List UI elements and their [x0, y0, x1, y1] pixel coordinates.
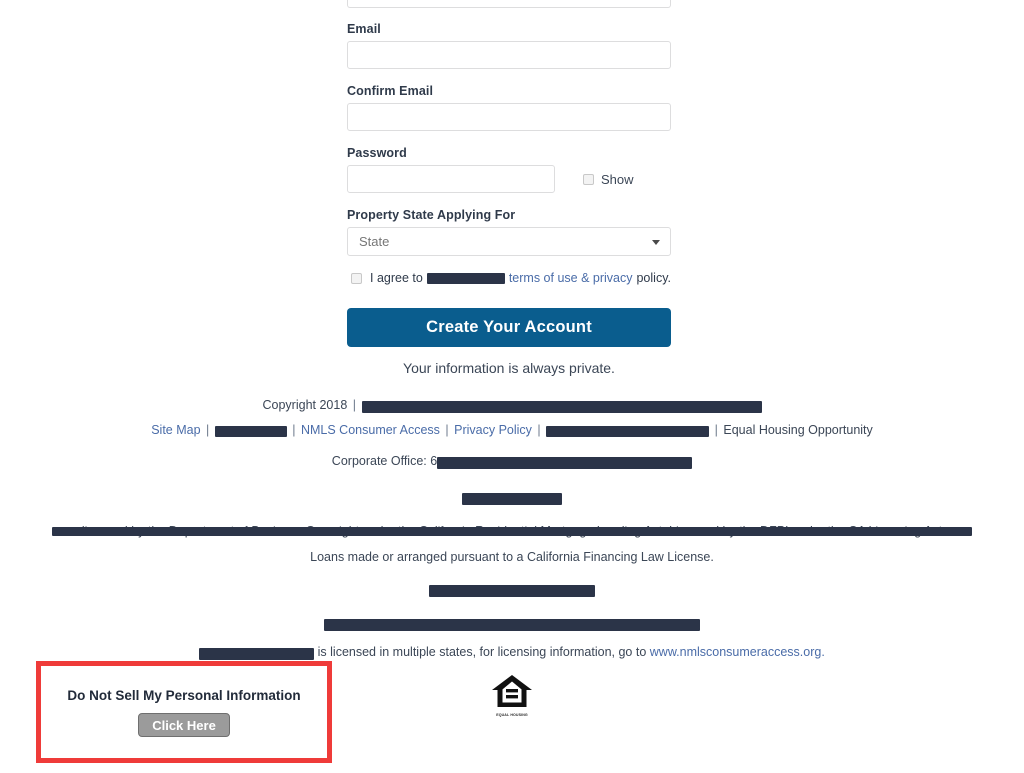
california-license-text: Loans made or arranged pursuant to a Cal…: [310, 550, 714, 564]
do-not-sell-highlight-box: Do Not Sell My Personal Information Clic…: [36, 661, 332, 763]
form-field-state: Property State Applying For State: [347, 208, 671, 256]
password-label: Password: [347, 146, 407, 160]
password-input[interactable]: [347, 165, 555, 193]
footer-links-row: Site Map | | NMLS Consumer Access | Priv…: [0, 421, 1024, 440]
corporate-office-text: Corporate Office: 6: [331, 454, 438, 468]
nmls-consumer-access-url-link[interactable]: www.nmlsconsumeraccess.org.: [650, 645, 825, 659]
email-label: Email: [347, 22, 381, 36]
nmls-consumer-access-link[interactable]: NMLS Consumer Access: [301, 423, 440, 437]
equal-housing-opportunity-icon: EQUAL HOUSING: [490, 672, 534, 717]
footer-redacted-long-row: [0, 614, 1024, 633]
multistate-text: is licensed in multiple states, for lice…: [317, 645, 647, 659]
footer-redacted-block-row: [0, 489, 1024, 508]
terms-prefix-text: I agree to: [370, 271, 423, 285]
show-password-toggle[interactable]: Show: [583, 172, 634, 187]
confirm-email-label: Confirm Email: [347, 84, 434, 98]
separator-1: |: [352, 398, 357, 412]
eho-logo-label-line1: EQUAL HOUSING: [496, 713, 528, 717]
footer-redacted-mid-row: [0, 581, 1024, 600]
footer-corporate-office-row: Corporate Office: 6: [0, 452, 1024, 471]
equal-housing-opportunity-text: Equal Housing Opportunity: [723, 423, 873, 437]
chevron-down-icon: [652, 240, 660, 245]
redacted-company-name: [426, 272, 505, 284]
redacted-footer-block: [462, 492, 562, 505]
redacted-corporate-address: [437, 456, 693, 469]
site-map-link[interactable]: Site Map: [151, 423, 200, 437]
separator-3: |: [292, 423, 296, 437]
state-label: Property State Applying For: [347, 208, 516, 222]
copyright-text: Copyright 2018: [262, 398, 348, 412]
terms-agreement-checkbox[interactable]: [351, 272, 362, 284]
confirm-email-input[interactable]: [347, 103, 671, 131]
signup-form: Email Confirm Email Password Show Proper…: [347, 0, 671, 376]
form-field-email: Email: [347, 22, 671, 69]
state-select[interactable]: State: [347, 227, 671, 256]
separator-5: |: [537, 423, 541, 437]
form-field-password: Password Show: [347, 146, 671, 193]
redacted-copyright-detail: [361, 400, 762, 413]
show-password-label: Show: [601, 171, 634, 187]
terms-agreement-row: I agree to terms of use & privacy policy…: [351, 271, 671, 285]
cutoff-input[interactable]: [347, 0, 671, 8]
do-not-sell-click-here-button[interactable]: Click Here: [138, 713, 230, 737]
footer-dbo-license-row: licensed by the Department of Business O…: [0, 526, 1024, 538]
redacted-footer-mid: [429, 584, 595, 597]
show-password-checkbox[interactable]: [583, 173, 594, 185]
terms-suffix-text: policy.: [636, 271, 671, 285]
separator-4: |: [445, 423, 449, 437]
do-not-sell-title: Do Not Sell My Personal Information: [67, 688, 301, 703]
password-row: Show: [347, 165, 671, 193]
footer-multistate-row: is licensed in multiple states, for lice…: [0, 643, 1024, 662]
form-field-confirm-email: Confirm Email: [347, 84, 671, 131]
footer-california-license-row: Loans made or arranged pursuant to a Cal…: [0, 548, 1024, 567]
privacy-policy-link[interactable]: Privacy Policy: [454, 423, 532, 437]
email-input[interactable]: [347, 41, 671, 69]
form-field-cutoff: [347, 0, 671, 8]
state-selected-value: State: [359, 234, 390, 249]
redacted-footer-link-2: [546, 425, 710, 437]
redacted-dbo-license: [52, 527, 972, 536]
separator-2: |: [206, 423, 210, 437]
footer-copyright-row: Copyright 2018 |: [0, 396, 1024, 415]
create-account-button[interactable]: Create Your Account: [347, 308, 671, 347]
redacted-footer-link-1: [214, 425, 287, 437]
terms-of-use-link[interactable]: terms of use & privacy: [509, 271, 633, 285]
privacy-note: Your information is always private.: [403, 360, 615, 376]
separator-6: |: [714, 423, 718, 437]
redacted-company-name-2: [199, 647, 315, 660]
redacted-footer-long: [324, 618, 700, 631]
